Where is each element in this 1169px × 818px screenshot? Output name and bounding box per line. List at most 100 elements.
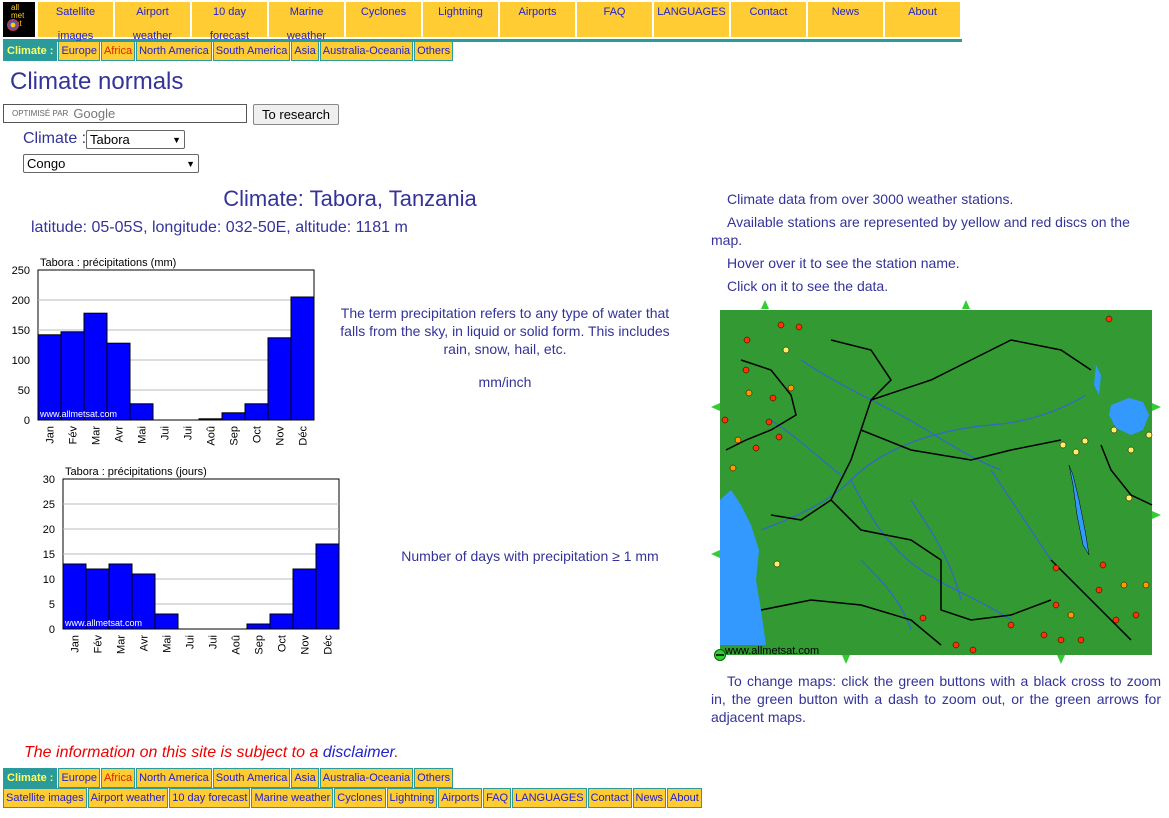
bottom-nav-10-day-forecast[interactable]: 10 day forecast [169,788,251,808]
nav-satellite-images[interactable]: Satellite images [38,2,115,42]
y-tick-label: 5 [49,599,55,611]
region-europe[interactable]: Europe [58,41,100,61]
bottom-nav-contact[interactable]: Contact [587,788,632,808]
arrow-up-icon [962,300,970,309]
info-discs: Available stations are represented by ye… [711,214,1130,248]
arrow-right-icon [1152,403,1161,411]
bar-10 [244,403,269,421]
region-south-america[interactable]: South America [212,768,291,788]
bottom-nav-about[interactable]: About [667,788,702,808]
nav-label: About [908,6,937,18]
nav-label: Airport [136,6,169,18]
region-north-america[interactable]: North America [136,768,212,788]
allmetsat-logo[interactable]: allmetsat [3,2,35,37]
x-tick-label: Aoû [206,426,218,446]
arrow-left-icon [711,403,720,411]
bar-11 [292,568,317,630]
y-tick-label: 30 [43,474,55,486]
bottom-nav-faq[interactable]: FAQ [483,788,512,808]
nav-airports[interactable]: Airports [500,2,577,37]
x-tick-label: Avr [139,635,151,652]
y-tick-label: 0 [24,415,30,427]
nav-cyclones[interactable]: Cyclones [346,2,423,37]
nav-about[interactable]: About [885,2,962,37]
nav-label: LANGUAGES [657,6,726,18]
bar-5 [129,403,154,421]
bottom-nav-satellite-images[interactable]: Satellite images [3,788,87,808]
nav-marine-weather[interactable]: Marine weather [269,2,346,42]
x-tick-label: Fév [68,426,80,445]
region-south-america[interactable]: South America [212,41,291,61]
region-australia-oceania[interactable]: Australia-Oceania [319,41,414,61]
station-map[interactable]: www.allmetsat.com [711,300,1161,665]
disclaimer-end: . [394,744,399,761]
chart-watermark: www.allmetsat.com [64,618,142,628]
region-australia-oceania[interactable]: Australia-Oceania [319,768,414,788]
y-tick-label: 200 [12,295,30,307]
bottom-nav-marine-weather[interactable]: Marine weather [251,788,334,808]
nav-languages[interactable]: LANGUAGES [654,2,731,37]
x-tick-label: Nov [300,635,312,655]
x-tick-label: Oct [252,426,264,443]
region-europe[interactable]: Europe [58,768,100,788]
x-tick-label: Avr [114,426,126,443]
chart-watermark: www.allmetsat.com [39,409,117,419]
nav-label: Cyclones [360,6,407,18]
region-africa[interactable]: Africa [100,768,136,788]
bar-11 [267,337,292,421]
bar-12 [290,296,315,421]
region-africa[interactable]: Africa [100,41,136,61]
x-tick-label: Jui [183,426,195,440]
disclaimer-sentence: The information on this site is subject … [24,744,323,761]
unit-toggle-link[interactable]: mm/inch [328,373,682,391]
station-coords: latitude: 05-05S, longitude: 032-50E, al… [31,219,408,236]
zoom-out-button[interactable] [714,649,726,661]
chevron-down-icon: ▼ [186,158,195,169]
bottom-nav: Satellite images Airport weather 10 day fo… [3,788,703,808]
nav-news[interactable]: News [808,2,885,37]
bottom-nav-airport-weather[interactable]: Airport weather [87,788,169,808]
nav-10-day-forecast[interactable]: 10 day forecast [192,2,269,42]
bottom-nav-airports[interactable]: Airports [438,788,483,808]
climate-label: Climate : [3,41,58,61]
map-land [720,310,1152,655]
y-tick-label: 150 [12,325,30,337]
region-others[interactable]: Others [414,41,454,61]
arrow-down-icon [1057,655,1065,664]
map-svg[interactable]: www.allmetsat.com [711,300,1161,665]
region-north-america[interactable]: North America [136,41,212,61]
x-tick-label: Sep [254,635,266,655]
y-tick-label: 20 [43,524,55,536]
top-nav: allmetsat SatelliteimagesAirportweather1… [3,2,962,42]
station-select[interactable]: Tabora ▼ [86,130,185,149]
bar-5 [154,613,179,630]
y-tick-label: 100 [12,355,30,367]
x-tick-label: Jan [45,426,57,444]
nav-lightning[interactable]: Lightning [423,2,500,37]
google-powered-label: OPTIMISÉ PAR [12,109,69,118]
nav-faq[interactable]: FAQ [577,2,654,37]
region-others[interactable]: Others [414,768,454,788]
region-asia[interactable]: Asia [291,41,319,61]
search-input[interactable]: OPTIMISÉ PAR Google [3,104,247,123]
nav-label: 10 day [212,6,247,18]
bar-10 [269,613,294,630]
x-tick-label: Nov [275,426,287,446]
region-bar: Climate : Europe Africa North America So… [3,41,454,61]
bar-9 [221,412,246,421]
country-select[interactable]: Congo ▼ [23,154,199,173]
precipitation-mm-chart: 0 50 100 150 200 250 Jan Fév Mar Avr Mai Jui Jui Aoû S… [12,257,315,446]
disclaimer-link[interactable]: disclaimer [323,744,394,761]
nav-airport-weather[interactable]: Airport weather [115,2,192,42]
climate-label: Climate : [3,768,58,788]
research-button[interactable]: To research [253,104,339,125]
bar-1 [37,334,62,421]
google-word: Google [73,106,116,121]
bottom-nav-cyclones[interactable]: Cyclones [334,788,386,808]
bottom-nav-languages[interactable]: LANGUAGES [512,788,587,808]
bar-3 [83,312,108,421]
nav-contact[interactable]: Contact [731,2,808,37]
bottom-nav-lightning[interactable]: Lightning [386,788,438,808]
bottom-nav-news[interactable]: News [632,788,667,808]
region-asia[interactable]: Asia [291,768,319,788]
